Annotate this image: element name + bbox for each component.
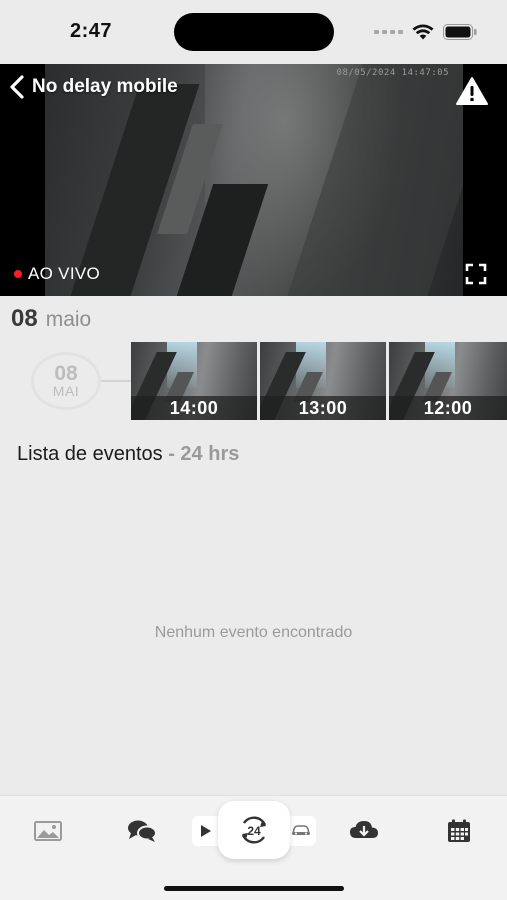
live-label: AO VIVO <box>28 264 101 283</box>
car-icon <box>292 825 310 835</box>
svg-text:24: 24 <box>247 824 261 838</box>
tab-calendar[interactable] <box>439 816 479 846</box>
cloud-download-icon <box>350 821 378 838</box>
mode-play-button[interactable] <box>192 816 220 846</box>
image-icon <box>34 821 62 841</box>
timeline-date-day: 08 <box>54 362 78 385</box>
events-title: Lista de eventos <box>17 443 163 465</box>
live-video-player[interactable]: 08/05/2024 14:47:05 No delay mobile AO V… <box>0 64 507 296</box>
video-timestamp: 08/05/2024 14:47:05 <box>336 68 449 78</box>
recording-thumbnail[interactable]: 14:00 <box>131 342 257 420</box>
calendar-icon <box>448 819 470 842</box>
warning-icon[interactable] <box>455 76 489 106</box>
recording-thumbnail[interactable]: 12:00 <box>389 342 507 420</box>
chat-icon <box>128 820 157 842</box>
events-period: - 24 hrs <box>162 443 240 465</box>
chevron-left-icon <box>10 75 24 99</box>
cellular-signal-icon <box>374 30 403 34</box>
date-month: maio <box>45 308 92 331</box>
events-header: Lista de eventos - 24 hrs <box>17 443 239 466</box>
battery-icon <box>443 24 477 40</box>
live-dot <box>14 270 22 278</box>
recording-timeline[interactable]: 08 MAI 14:00 13:00 12:00 <box>0 342 507 420</box>
status-time: 2:47 <box>70 20 113 42</box>
thumbnail-time: 12:00 <box>389 396 507 420</box>
back-button[interactable]: No delay mobile <box>8 74 178 100</box>
camera-name: No delay mobile <box>32 76 178 97</box>
tab-chat[interactable] <box>122 816 162 846</box>
recording-thumbnail[interactable]: 13:00 <box>260 342 386 420</box>
empty-events-message: Nenhum evento encontrado <box>154 624 353 641</box>
date-day: 08 <box>11 305 38 332</box>
status-indicators <box>374 22 477 42</box>
live-indicator: AO VIVO <box>14 264 100 284</box>
date-header: 08 maio <box>11 305 91 333</box>
thumbnail-time: 14:00 <box>131 396 257 420</box>
mode-vehicle-button[interactable] <box>286 816 316 846</box>
tab-download[interactable] <box>344 816 384 846</box>
timeline-date-month: MAI <box>52 383 80 399</box>
24h-icon: 24 <box>241 816 267 844</box>
bottom-tab-bar: 24 <box>0 795 507 900</box>
mode-24h-button[interactable]: 24 <box>218 801 290 859</box>
wifi-icon <box>412 24 434 40</box>
timeline-connector <box>98 380 132 382</box>
dynamic-island <box>174 13 334 51</box>
status-bar: 2:47 <box>0 0 507 64</box>
timeline-date-marker[interactable]: 08 MAI <box>31 352 101 410</box>
fullscreen-icon[interactable] <box>465 263 487 285</box>
play-icon <box>201 825 211 837</box>
tab-gallery[interactable] <box>28 816 68 846</box>
thumbnail-time: 13:00 <box>260 396 386 420</box>
home-indicator <box>164 886 344 891</box>
